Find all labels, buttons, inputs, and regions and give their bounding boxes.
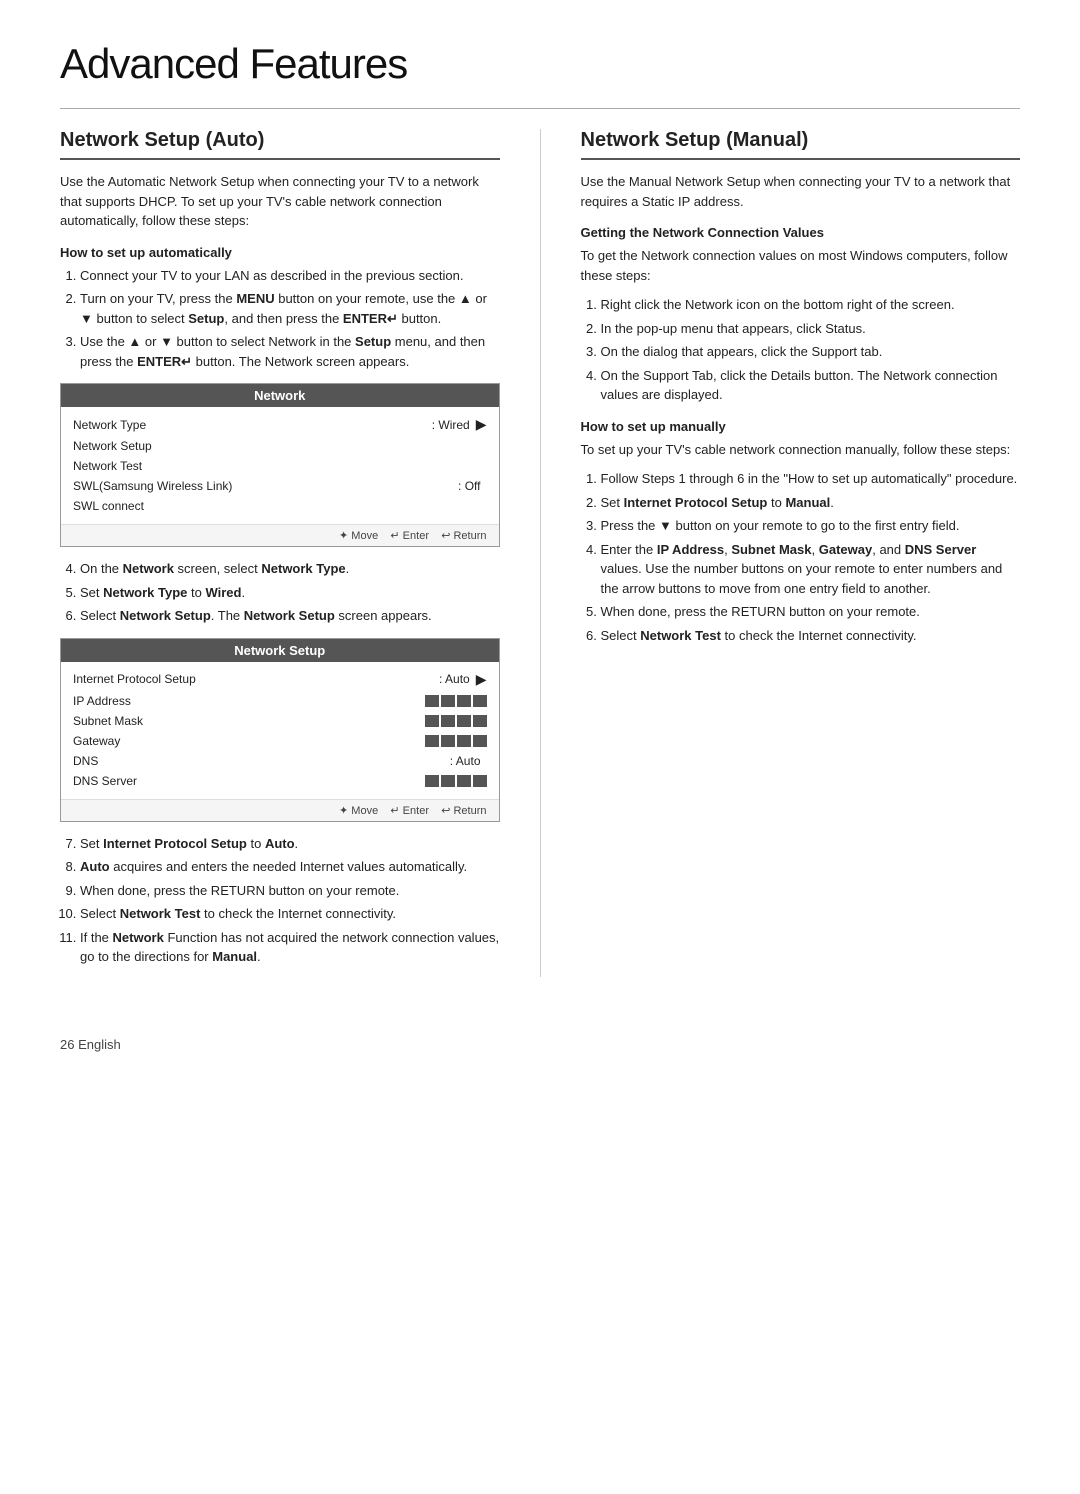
right-heading: Network Setup (Manual) [581,129,1021,160]
manual-step-2: Set Internet Protocol Setup to Manual. [601,493,1021,513]
network-row-test: Network Test [73,456,487,476]
gateway-pixels [425,735,487,747]
page-number: 26 [60,1037,74,1052]
how-to-manually-text: To set up your TV's cable network connec… [581,440,1021,460]
gateway-label: Gateway [73,734,425,748]
protocol-arrow: ▶ [476,671,487,688]
network-setup-box: Network Setup Internet Protocol Setup : … [60,638,500,822]
network-type-arrow: ▶ [476,416,487,433]
left-column: Network Setup (Auto) Use the Automatic N… [60,129,500,977]
right-column: Network Setup (Manual) Use the Manual Ne… [581,129,1021,977]
network-type-label: Network Type [73,418,432,432]
network-box-body: Network Type : Wired ▶ Network Setup Net… [61,407,499,524]
auto-step-1: Connect your TV to your LAN as described… [80,266,500,286]
how-to-manually-heading: How to set up manually [581,419,1021,434]
getting-step-4: On the Support Tab, click the Details bu… [601,366,1021,405]
auto-step-2: Turn on your TV, press the MENU button o… [80,289,500,328]
swl-value: : Off [458,479,480,493]
network-row-swl: SWL(Samsung Wireless Link) : Off [73,476,487,496]
network-type-value: : Wired [432,418,470,432]
auto-steps-list: Connect your TV to your LAN as described… [80,266,500,372]
auto-step-10: Select Network Test to check the Interne… [80,904,500,924]
dns-value: : Auto [450,754,481,768]
setup-row-dns: DNS : Auto [73,751,487,771]
network-setup-footer: ✦ Move ↵ Enter ↩ Return [61,799,499,821]
network-footer-text: ✦ Move ↵ Enter ↩ Return [339,529,486,542]
protocol-value: : Auto [439,672,470,686]
setup-row-protocol: Internet Protocol Setup : Auto ▶ [73,668,487,691]
dns-server-label: DNS Server [73,774,425,788]
auto-step-7: Set Internet Protocol Setup to Auto. [80,834,500,854]
auto-step-6: Select Network Setup. The Network Setup … [80,606,500,626]
getting-values-text: To get the Network connection values on … [581,246,1021,285]
left-intro: Use the Automatic Network Setup when con… [60,172,500,231]
network-row-type: Network Type : Wired ▶ [73,413,487,436]
auto-steps-list-3: Set Internet Protocol Setup to Auto. Aut… [80,834,500,967]
manual-step-5: When done, press the RETURN button on yo… [601,602,1021,622]
ip-pixels [425,695,487,707]
network-box: Network Network Type : Wired ▶ Network S… [60,383,500,547]
auto-step-11: If the Network Function has not acquired… [80,928,500,967]
page-title: Advanced Features [60,40,1020,88]
dns-server-pixels [425,775,487,787]
manual-step-1: Follow Steps 1 through 6 in the "How to … [601,469,1021,489]
network-box-title: Network [61,384,499,407]
column-divider [540,129,541,977]
network-setup-footer-text: ✦ Move ↵ Enter ↩ Return [339,804,486,817]
auto-step-3: Use the ▲ or ▼ button to select Network … [80,332,500,371]
getting-step-3: On the dialog that appears, click the Su… [601,342,1021,362]
protocol-label: Internet Protocol Setup [73,672,439,686]
swl-label: SWL(Samsung Wireless Link) [73,479,458,493]
ip-label: IP Address [73,694,425,708]
setup-row-subnet: Subnet Mask [73,711,487,731]
auto-step-4: On the Network screen, select Network Ty… [80,559,500,579]
getting-steps-list: Right click the Network icon on the bott… [601,295,1021,405]
setup-row-gateway: Gateway [73,731,487,751]
network-row-setup: Network Setup [73,436,487,456]
page-language: English [78,1037,121,1052]
network-setup-box-title: Network Setup [61,639,499,662]
dns-label: DNS [73,754,450,768]
subnet-pixels [425,715,487,727]
network-test-label: Network Test [73,459,487,473]
getting-step-2: In the pop-up menu that appears, click S… [601,319,1021,339]
subnet-label: Subnet Mask [73,714,425,728]
swl-connect-label: SWL connect [73,499,487,513]
auto-step-5: Set Network Type to Wired. [80,583,500,603]
how-to-auto-heading: How to set up automatically [60,245,500,260]
getting-step-1: Right click the Network icon on the bott… [601,295,1021,315]
manual-step-3: Press the ▼ button on your remote to go … [601,516,1021,536]
setup-row-dns-server: DNS Server [73,771,487,791]
manual-step-4: Enter the IP Address, Subnet Mask, Gatew… [601,540,1021,599]
auto-step-9: When done, press the RETURN button on yo… [80,881,500,901]
manual-step-6: Select Network Test to check the Interne… [601,626,1021,646]
network-setup-label: Network Setup [73,439,487,453]
setup-row-ip: IP Address [73,691,487,711]
network-footer: ✦ Move ↵ Enter ↩ Return [61,524,499,546]
auto-step-8: Auto acquires and enters the needed Inte… [80,857,500,877]
manual-steps-list: Follow Steps 1 through 6 in the "How to … [601,469,1021,645]
left-heading: Network Setup (Auto) [60,129,500,160]
network-setup-box-body: Internet Protocol Setup : Auto ▶ IP Addr… [61,662,499,799]
network-row-swl-connect: SWL connect [73,496,487,516]
getting-values-heading: Getting the Network Connection Values [581,225,1021,240]
page-footer: 26 English [60,1037,1020,1052]
auto-steps-list-2: On the Network screen, select Network Ty… [80,559,500,626]
right-intro: Use the Manual Network Setup when connec… [581,172,1021,211]
